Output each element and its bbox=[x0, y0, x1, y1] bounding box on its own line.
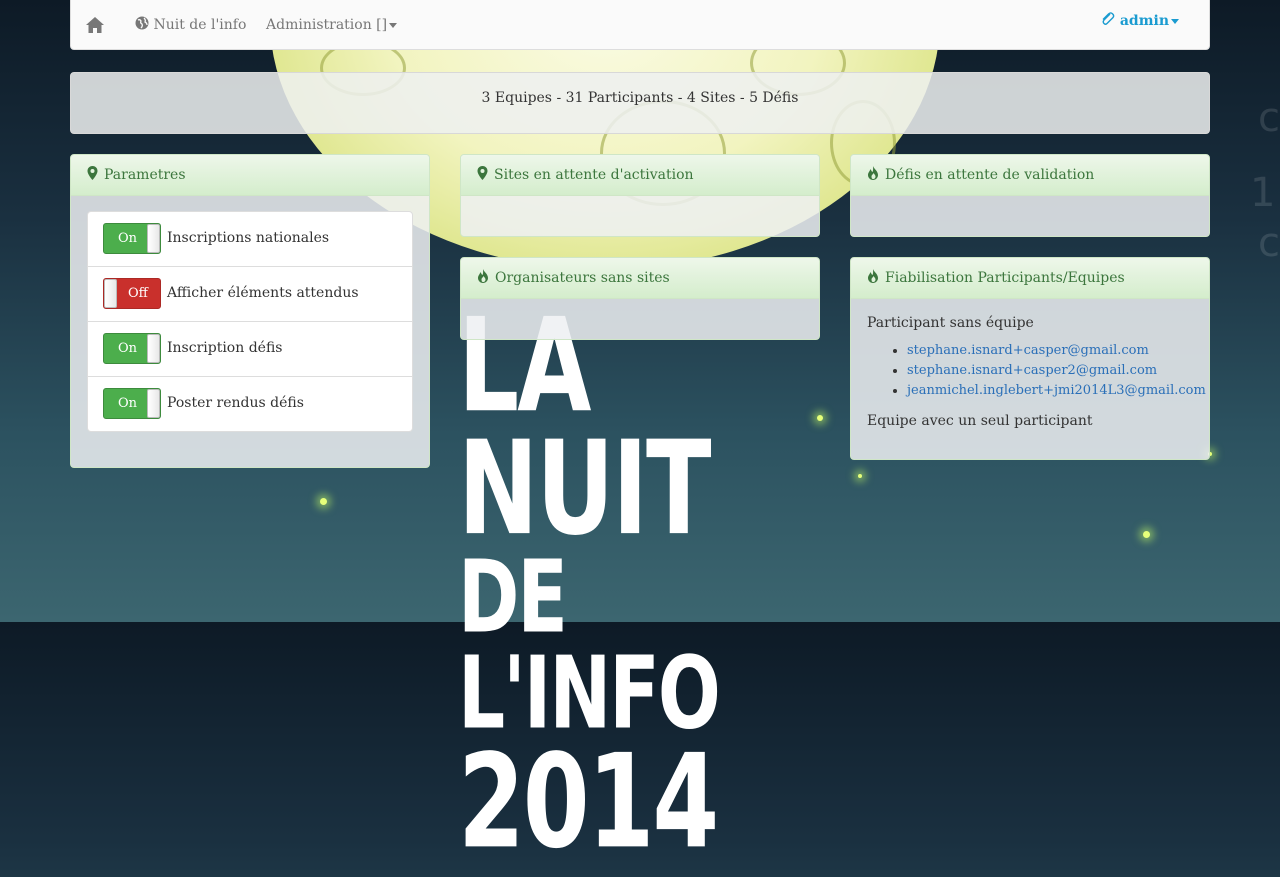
section-equipe-seul-participant: Equipe avec un seul participant bbox=[867, 413, 1093, 429]
setting-label: Inscription défis bbox=[167, 340, 283, 356]
panel-organisateurs: Organisateurs sans sites bbox=[460, 257, 820, 340]
setting-label: Afficher éléments attendus bbox=[167, 285, 359, 301]
switch-knob bbox=[104, 279, 117, 308]
panel-sites-attente: Sites en attente d'activation bbox=[460, 154, 820, 237]
firefly-decoration bbox=[858, 474, 862, 478]
toggle-switch[interactable]: Off bbox=[103, 278, 161, 309]
background-decoration: 1 bbox=[1250, 170, 1276, 216]
paperclip-icon bbox=[1102, 12, 1115, 25]
switch-state: Off bbox=[128, 286, 148, 301]
setting-afficher-elements: Off Afficher éléments attendus bbox=[88, 267, 412, 322]
fiabilisation-body: Participant sans équipe stephane.isnard+… bbox=[851, 299, 1209, 455]
logo-line2: DE L'INFO bbox=[458, 540, 721, 752]
top-navbar: Nuit de l'info Administration [] admin bbox=[70, 0, 1210, 50]
user-name: admin bbox=[1119, 13, 1169, 29]
email-list: stephane.isnard+casper@gmail.com stephan… bbox=[867, 341, 1206, 401]
list-item: stephane.isnard+casper@gmail.com bbox=[907, 341, 1193, 361]
firefly-decoration bbox=[1143, 531, 1150, 538]
panel-title: Défis en attente de validation bbox=[885, 167, 1095, 183]
panel-heading: Défis en attente de validation bbox=[851, 155, 1209, 196]
participant-email-link[interactable]: jeanmichel.inglebert+jmi2014L3@gmail.com bbox=[907, 383, 1206, 398]
setting-poster-rendus: On Poster rendus défis bbox=[88, 377, 412, 431]
administration-label: Administration [] bbox=[266, 17, 388, 33]
participant-email-link[interactable]: stephane.isnard+casper@gmail.com bbox=[907, 343, 1149, 358]
chevron-down-icon bbox=[389, 22, 398, 28]
switch-state: On bbox=[118, 231, 138, 246]
fire-icon bbox=[868, 269, 878, 283]
toggle-switch[interactable]: On bbox=[103, 223, 161, 254]
panel-title: Fiabilisation Participants/Equipes bbox=[885, 270, 1125, 286]
participant-email-link[interactable]: stephane.isnard+casper2@gmail.com bbox=[907, 363, 1157, 378]
switch-knob bbox=[147, 334, 160, 363]
setting-label: Inscriptions nationales bbox=[167, 230, 330, 246]
setting-inscription-defis: On Inscription défis bbox=[88, 322, 412, 377]
chevron-down-icon bbox=[1171, 18, 1179, 24]
toggle-switch[interactable]: On bbox=[103, 333, 161, 364]
panel-heading: Fiabilisation Participants/Equipes bbox=[851, 258, 1209, 299]
list-item: jeanmichel.inglebert+jmi2014L3@gmail.com bbox=[907, 381, 1206, 401]
event-logo: LA NUIT DE L'INFO 2014 bbox=[458, 290, 788, 877]
switch-state: On bbox=[118, 341, 138, 356]
fire-icon bbox=[868, 166, 878, 180]
fire-icon bbox=[478, 269, 488, 283]
user-menu-dropdown[interactable]: admin bbox=[1100, 0, 1179, 42]
map-marker-icon bbox=[87, 166, 98, 180]
settings-list: On Inscriptions nationales Off Afficher … bbox=[87, 211, 413, 432]
administration-dropdown[interactable]: Administration [] bbox=[266, 0, 398, 50]
panel-defis-attente: Défis en attente de validation bbox=[850, 154, 1210, 237]
panel-parametres: Parametres On Inscriptions nationales Of… bbox=[70, 154, 430, 468]
setting-label: Poster rendus défis bbox=[167, 395, 304, 411]
switch-knob bbox=[147, 224, 160, 253]
stats-summary: 3 Equipes - 31 Participants - 4 Sites - … bbox=[70, 72, 1210, 134]
panel-title: Parametres bbox=[104, 167, 186, 183]
logo-line1: LA NUIT bbox=[458, 290, 712, 565]
home-icon bbox=[86, 17, 104, 33]
globe-icon bbox=[135, 16, 149, 30]
list-item: stephane.isnard+casper2@gmail.com bbox=[907, 361, 1193, 381]
nav-brand-label: Nuit de l'info bbox=[153, 17, 247, 33]
switch-knob bbox=[147, 389, 160, 418]
firefly-decoration bbox=[817, 415, 823, 421]
nav-link-nuit-info[interactable]: Nuit de l'info bbox=[135, 0, 246, 50]
panel-heading: Sites en attente d'activation bbox=[461, 155, 819, 196]
setting-inscriptions-nationales: On Inscriptions nationales bbox=[88, 212, 412, 267]
panel-heading: Parametres bbox=[71, 155, 429, 196]
switch-state: On bbox=[118, 396, 138, 411]
panel-fiabilisation: Fiabilisation Participants/Equipes Parti… bbox=[850, 257, 1210, 460]
home-button[interactable] bbox=[85, 0, 109, 50]
panel-heading: Organisateurs sans sites bbox=[461, 258, 819, 299]
panel-title: Sites en attente d'activation bbox=[494, 167, 694, 183]
firefly-decoration bbox=[320, 498, 327, 505]
background-decoration: c bbox=[1258, 220, 1280, 266]
toggle-switch[interactable]: On bbox=[103, 388, 161, 419]
background-decoration: c bbox=[1258, 95, 1280, 141]
panel-title: Organisateurs sans sites bbox=[495, 270, 670, 286]
map-marker-icon bbox=[477, 166, 488, 180]
section-participant-sans-equipe: Participant sans équipe bbox=[867, 315, 1034, 331]
logo-line3: 2014 bbox=[458, 726, 719, 877]
